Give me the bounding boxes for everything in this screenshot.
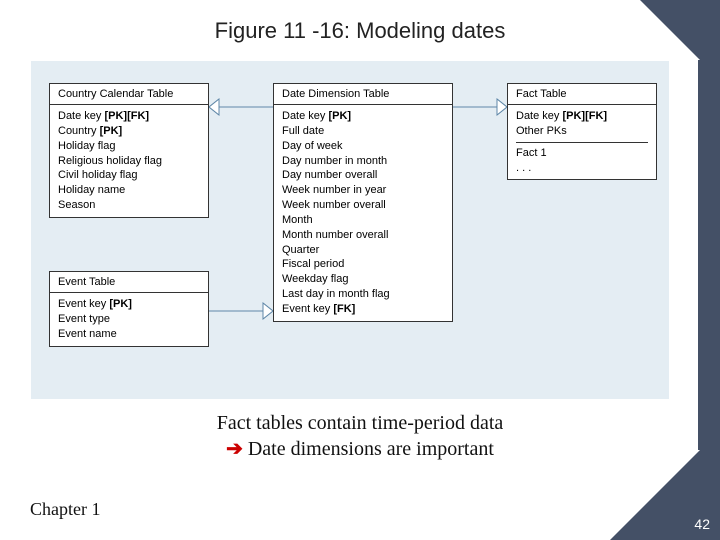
table-country-calendar: Country Calendar Table Date key [PK][FK]…: [49, 83, 209, 218]
table-row: Event key [FK]: [282, 302, 444, 317]
table-date-dimension: Date Dimension Table Date key [PK]Full d…: [273, 83, 453, 322]
fact-top-rows: Date key [PK][FK]Other PKs: [516, 109, 648, 139]
caption-line-1: Fact tables contain time-period data: [0, 412, 720, 435]
table-row: Day number overall: [282, 168, 444, 183]
table-header: Country Calendar Table: [50, 84, 208, 105]
table-row: Date key [PK]: [282, 109, 444, 124]
table-row: Civil holiday flag: [58, 168, 200, 183]
caption-line-2-text: Date dimensions are important: [243, 438, 494, 460]
table-row: Date key [PK][FK]: [58, 109, 200, 124]
page-number: 42: [694, 516, 710, 532]
divider: [516, 142, 648, 143]
arrow-icon: ➔: [226, 438, 243, 460]
table-row: . . .: [516, 161, 648, 176]
slide: Figure 11 -16: Modeling dates Country Ca…: [0, 0, 720, 540]
table-row: Event key [PK]: [58, 297, 200, 312]
table-body: Date key [PK][FK]Other PKs Fact 1. . .: [508, 105, 656, 179]
fact-bottom-rows: Fact 1. . .: [516, 146, 648, 176]
table-row: Country [PK]: [58, 124, 200, 139]
table-row: Full date: [282, 124, 444, 139]
table-row: Week number in year: [282, 183, 444, 198]
table-row: Month: [282, 213, 444, 228]
table-row: Event type: [58, 312, 200, 327]
table-header: Fact Table: [508, 84, 656, 105]
table-row: Week number overall: [282, 198, 444, 213]
table-row: Event name: [58, 327, 200, 342]
er-diagram: Country Calendar Table Date key [PK][FK]…: [30, 60, 670, 400]
table-row: Weekday flag: [282, 272, 444, 287]
table-header: Date Dimension Table: [274, 84, 452, 105]
table-row: Season: [58, 198, 200, 213]
table-row: Month number overall: [282, 228, 444, 243]
table-fact: Fact Table Date key [PK][FK]Other PKs Fa…: [507, 83, 657, 180]
table-row: Fiscal period: [282, 257, 444, 272]
table-row: Holiday name: [58, 183, 200, 198]
table-row: Quarter: [282, 243, 444, 258]
table-row: Religious holiday flag: [58, 154, 200, 169]
table-body: Event key [PK]Event typeEvent name: [50, 293, 208, 346]
table-row: Day number in month: [282, 154, 444, 169]
table-body: Date key [PK][FK]Country [PK]Holiday fla…: [50, 105, 208, 217]
table-body: Date key [PK]Full dateDay of weekDay num…: [274, 105, 452, 321]
table-row: Other PKs: [516, 124, 648, 139]
decoration-right-band: [698, 60, 720, 450]
table-event: Event Table Event key [PK]Event typeEven…: [49, 271, 209, 347]
table-row: Holiday flag: [58, 139, 200, 154]
table-row: Day of week: [282, 139, 444, 154]
table-header: Event Table: [50, 272, 208, 293]
table-row: Date key [PK][FK]: [516, 109, 648, 124]
table-row: Fact 1: [516, 146, 648, 161]
table-row: Last day in month flag: [282, 287, 444, 302]
figure-title: Figure 11 -16: Modeling dates: [0, 18, 720, 44]
caption-line-2: ➔ Date dimensions are important: [0, 436, 720, 461]
chapter-label: Chapter 1: [30, 499, 100, 520]
